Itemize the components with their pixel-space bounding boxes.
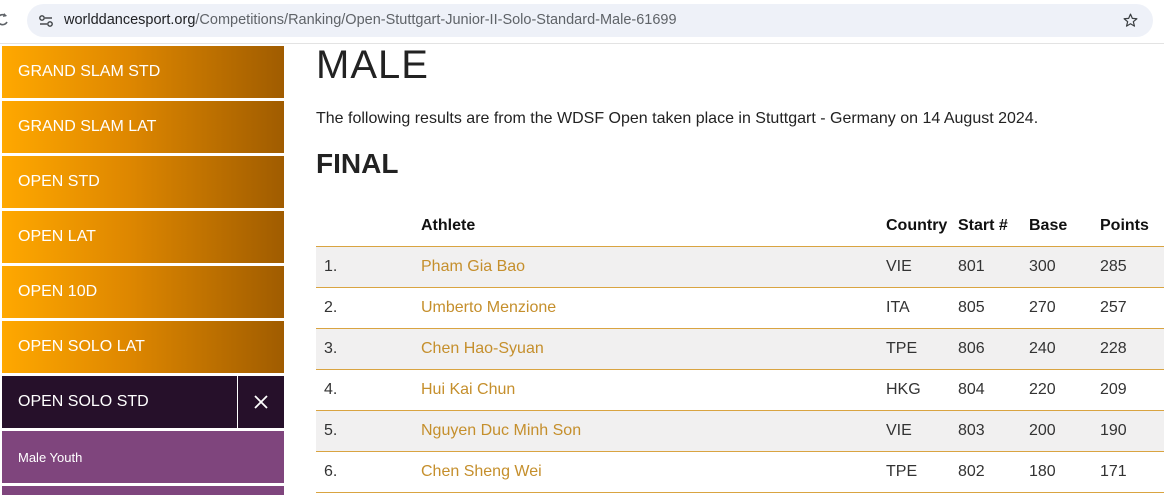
intro-text: The following results are from the WDSF …	[316, 110, 1039, 127]
cell-points: 171	[1100, 451, 1164, 493]
athlete-link[interactable]: Chen Hao-Syuan	[421, 340, 544, 357]
cell-base: 180	[1029, 451, 1100, 493]
sidebar-item-label: GRAND SLAM LAT	[18, 118, 157, 135]
col-header-athlete: Athlete	[421, 206, 886, 247]
reload-icon[interactable]	[0, 12, 9, 28]
sidebar-item-label: OPEN STD	[18, 173, 100, 190]
sidebar-item-open-std[interactable]: OPEN STD	[2, 156, 284, 208]
athlete-link[interactable]: Hui Kai Chun	[421, 381, 515, 398]
url-path: /Competitions/Ranking/Open-Stuttgart-Jun…	[195, 12, 677, 28]
col-header-base: Base	[1029, 206, 1100, 247]
sidebar-subitem-label: Male Youth	[18, 449, 83, 465]
athlete-link[interactable]: Umberto Menzione	[421, 299, 556, 316]
cell-points: 285	[1100, 246, 1164, 288]
results-table: Athlete Country Start # Base Points 1. P…	[316, 206, 1164, 493]
athlete-link[interactable]: Pham Gia Bao	[421, 258, 525, 275]
cell-base: 270	[1029, 287, 1100, 329]
cell-country: TPE	[886, 328, 958, 370]
sidebar-item-label: OPEN SOLO LAT	[18, 338, 145, 355]
sidebar-item-label: OPEN LAT	[18, 228, 96, 245]
cell-country: HKG	[886, 369, 958, 411]
cell-rank: 6.	[316, 451, 421, 493]
cell-points: 257	[1100, 287, 1164, 329]
table-row: 5. Nguyen Duc Minh Son VIE 803 200 190	[316, 410, 1164, 452]
table-row: 3. Chen Hao-Syuan TPE 806 240 228	[316, 328, 1164, 370]
cell-base: 240	[1029, 328, 1100, 370]
collapse-button[interactable]	[237, 376, 284, 428]
sidebar-item-grand-slam-std[interactable]: GRAND SLAM STD	[2, 46, 284, 98]
sidebar-item-open-10d[interactable]: OPEN 10D	[2, 266, 284, 318]
cell-points: 190	[1100, 410, 1164, 452]
cell-country: VIE	[886, 246, 958, 288]
sidebar: GRAND SLAM STD GRAND SLAM LAT OPEN STD O…	[2, 44, 284, 495]
sidebar-subitem-next[interactable]	[2, 486, 284, 495]
url-host: worlddancesport.org	[64, 12, 196, 28]
table-header-row: Athlete Country Start # Base Points	[316, 206, 1164, 247]
site-settings-icon[interactable]	[38, 13, 54, 29]
cell-start: 802	[958, 451, 1029, 493]
sidebar-subitem-male-youth[interactable]: Male Youth	[2, 431, 284, 483]
cell-start: 806	[958, 328, 1029, 370]
sidebar-item-grand-slam-lat[interactable]: GRAND SLAM LAT	[2, 101, 284, 153]
sidebar-item-open-lat[interactable]: OPEN LAT	[2, 211, 284, 263]
table-row: 1. Pham Gia Bao VIE 801 300 285	[316, 246, 1164, 288]
page-title: MALE	[316, 43, 429, 87]
col-header-country: Country	[886, 206, 958, 247]
col-header-rank	[316, 206, 421, 247]
cell-rank: 3.	[316, 328, 421, 370]
cell-country: TPE	[886, 451, 958, 493]
section-title: FINAL	[316, 148, 399, 179]
col-header-start: Start #	[958, 206, 1029, 247]
url-text[interactable]: worlddancesport.org/Competitions/Ranking…	[64, 12, 677, 28]
cell-start: 803	[958, 410, 1029, 452]
cell-rank: 4.	[316, 369, 421, 411]
cell-country: VIE	[886, 410, 958, 452]
cell-start: 804	[958, 369, 1029, 411]
cell-start: 801	[958, 246, 1029, 288]
cell-points: 209	[1100, 369, 1164, 411]
sidebar-item-label: OPEN SOLO STD	[18, 393, 149, 410]
table-row: 4. Hui Kai Chun HKG 804 220 209	[316, 369, 1164, 411]
col-header-points: Points	[1100, 206, 1164, 247]
cell-base: 300	[1029, 246, 1100, 288]
cell-start: 805	[958, 287, 1029, 329]
athlete-link[interactable]: Nguyen Duc Minh Son	[421, 422, 581, 439]
sidebar-item-label: OPEN 10D	[18, 283, 98, 300]
cell-rank: 5.	[316, 410, 421, 452]
address-bar[interactable]: worlddancesport.org/Competitions/Ranking…	[27, 4, 1153, 37]
cell-country: ITA	[886, 287, 958, 329]
table-row: 2. Umberto Menzione ITA 805 270 257	[316, 287, 1164, 329]
cell-base: 220	[1029, 369, 1100, 411]
athlete-link[interactable]: Chen Sheng Wei	[421, 463, 542, 480]
cell-base: 200	[1029, 410, 1100, 452]
sidebar-item-open-solo-std[interactable]: OPEN SOLO STD	[2, 376, 284, 428]
cell-rank: 2.	[316, 287, 421, 329]
cell-points: 228	[1100, 328, 1164, 370]
sidebar-item-label: GRAND SLAM STD	[18, 63, 161, 80]
close-icon	[254, 395, 268, 409]
table-row: 6. Chen Sheng Wei TPE 802 180 171	[316, 451, 1164, 493]
cell-rank: 1.	[316, 246, 421, 288]
bookmark-star-icon[interactable]	[1122, 12, 1139, 29]
sidebar-item-open-solo-lat[interactable]: OPEN SOLO LAT	[2, 321, 284, 373]
browser-toolbar: worlddancesport.org/Competitions/Ranking…	[0, 0, 1164, 44]
